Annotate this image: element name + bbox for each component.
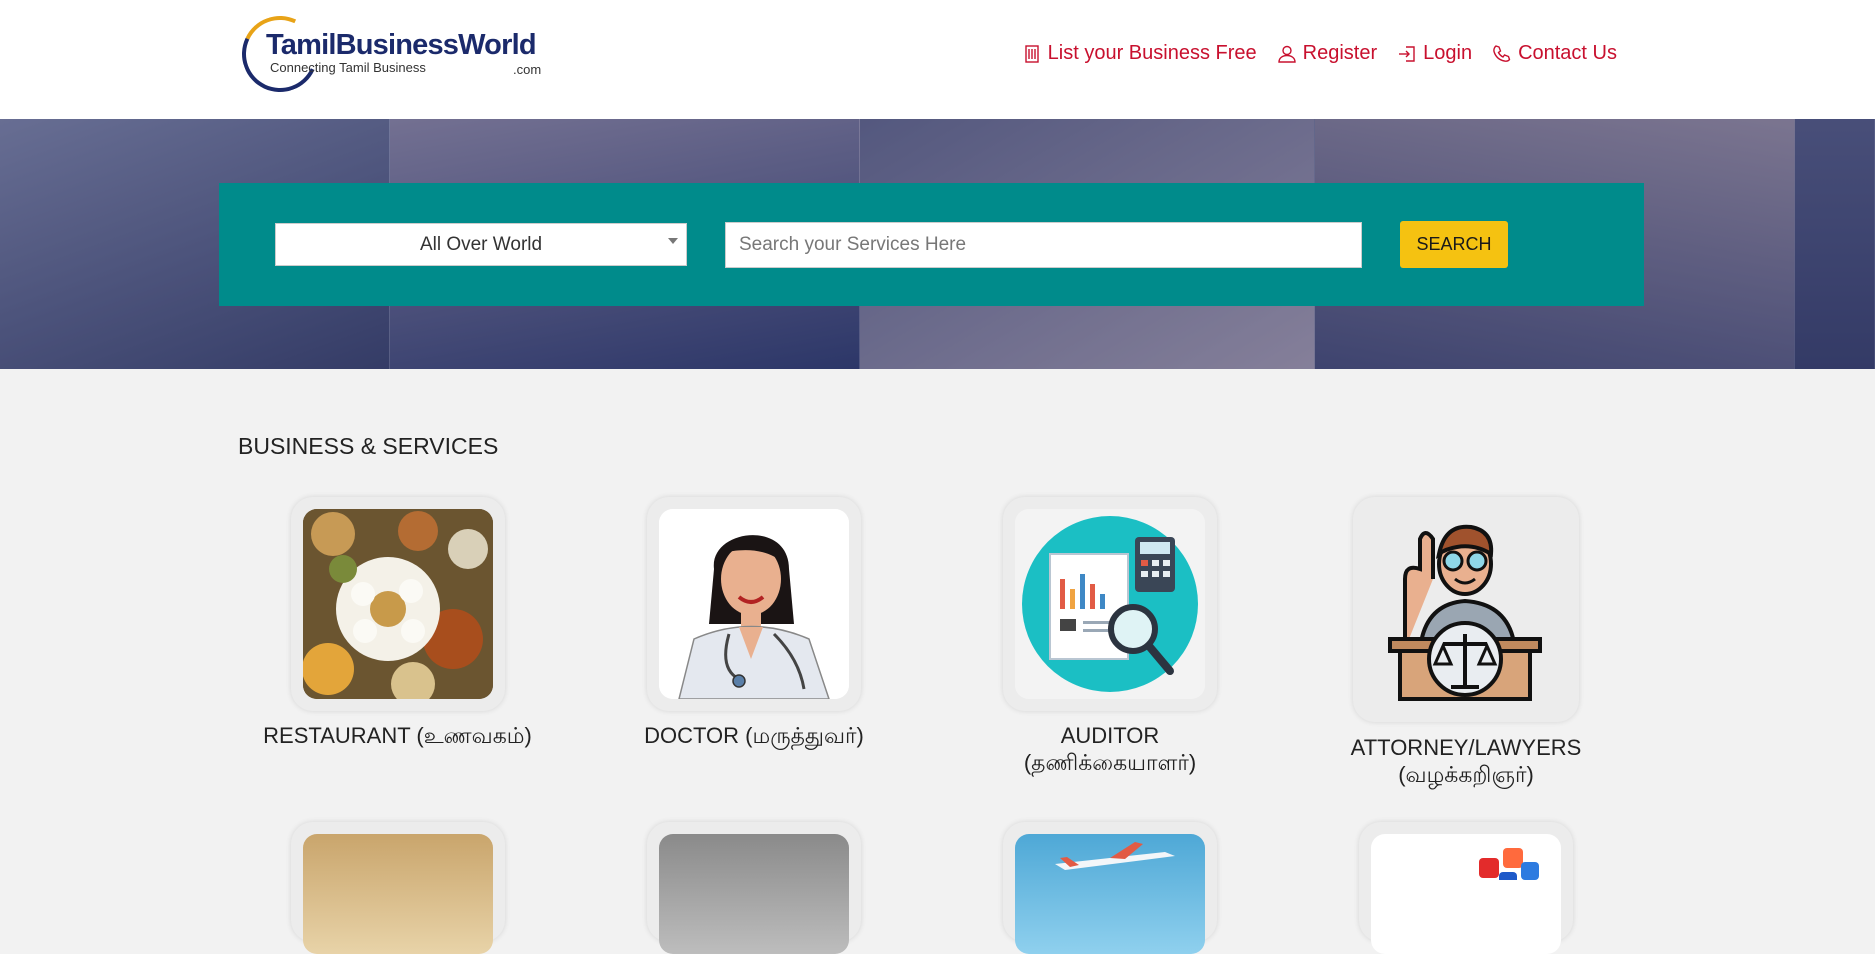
- category-card-second[interactable]: [647, 822, 861, 954]
- category-label-tamil: (தணிக்கையாளர்): [1023, 750, 1197, 775]
- category-card-furniture[interactable]: [291, 822, 505, 954]
- restaurant-image: [303, 509, 493, 699]
- logo-tagline: Connecting Tamil Business: [270, 60, 426, 75]
- logo-dotcom: .com: [513, 62, 542, 77]
- category-card-auditor[interactable]: [1003, 497, 1217, 711]
- nav-list-business-label: List your Business Free: [1047, 42, 1257, 64]
- category-label: AUDITOR: [1060, 723, 1160, 748]
- doctor-image: [659, 509, 849, 699]
- location-select[interactable]: All Over World: [275, 223, 687, 266]
- search-panel: All Over World SEARCH: [219, 183, 1644, 306]
- category-card-doctor[interactable]: [647, 497, 861, 711]
- nav-register[interactable]: Register: [1277, 42, 1377, 65]
- site-logo[interactable]: TamilBusinessWorld Connecting Tamil Busi…: [231, 5, 547, 103]
- search-input[interactable]: [725, 222, 1362, 268]
- nav-list-business[interactable]: List your Business Free: [1022, 42, 1257, 65]
- login-icon: [1399, 45, 1415, 62]
- category-card-travel[interactable]: [1003, 822, 1217, 954]
- category-card-attorney[interactable]: [1353, 497, 1579, 722]
- category-caption-attorney[interactable]: ATTORNEY/LAWYERS (வழக்கறிஞர்): [1316, 734, 1616, 788]
- auditor-image: [1015, 509, 1205, 699]
- building-icon: [1024, 44, 1039, 63]
- nav-contact-label: Contact Us: [1518, 42, 1617, 64]
- category-label: ATTORNEY/LAWYERS: [1350, 735, 1582, 760]
- nav-login[interactable]: Login: [1397, 42, 1472, 65]
- category-label: DOCTOR (மருத்துவர்): [644, 723, 864, 748]
- section-title: BUSINESS & SERVICES: [238, 433, 499, 459]
- location-select-value: All Over World: [419, 233, 543, 255]
- user-icon: [1277, 45, 1296, 63]
- category-caption-auditor[interactable]: AUDITOR (தணிக்கையாளர்): [960, 722, 1260, 776]
- category-label: RESTAURANT (உணவகம்): [263, 723, 532, 748]
- chevron-down-icon: [668, 238, 678, 244]
- site-header: TamilBusinessWorld Connecting Tamil Busi…: [0, 0, 1875, 119]
- category-image: [659, 834, 849, 954]
- phone-icon: [1493, 44, 1511, 62]
- search-button[interactable]: SEARCH: [1400, 221, 1508, 268]
- nav-contact[interactable]: Contact Us: [1492, 42, 1617, 65]
- top-nav: List your Business Free Register Login C…: [1022, 42, 1617, 65]
- nav-register-label: Register: [1302, 42, 1378, 64]
- category-image: [303, 834, 493, 954]
- category-image: [1015, 834, 1205, 954]
- attorney-image: [1365, 509, 1567, 709]
- category-card-restaurant[interactable]: [291, 497, 505, 711]
- category-caption-restaurant[interactable]: RESTAURANT (உணவகம்): [230, 722, 565, 749]
- category-caption-doctor[interactable]: DOCTOR (மருத்துவர்): [585, 722, 923, 749]
- category-label-tamil: (வழக்கறிஞர்): [1398, 762, 1534, 787]
- category-image: [1371, 834, 1561, 954]
- nav-login-label: Login: [1423, 42, 1473, 64]
- category-card-apps[interactable]: [1359, 822, 1573, 954]
- logo-brand: TamilBusinessWorld: [266, 29, 537, 61]
